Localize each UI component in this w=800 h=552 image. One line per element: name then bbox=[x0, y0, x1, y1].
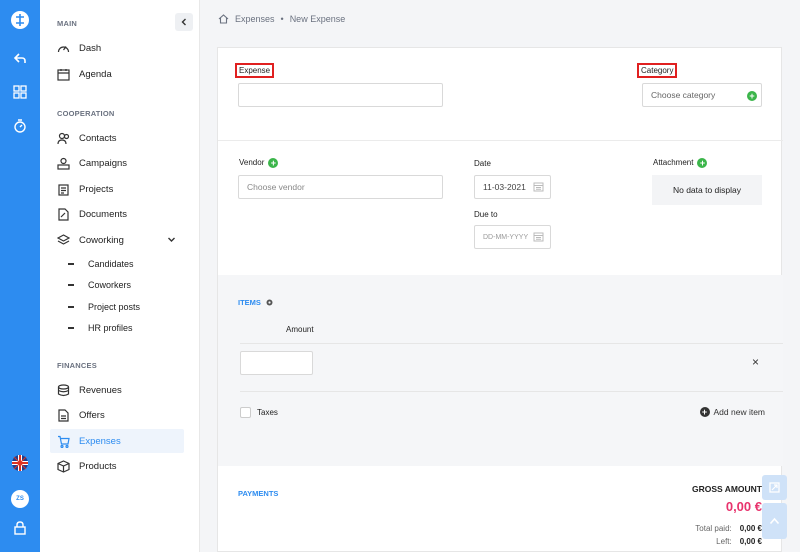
date-value: 11-03-2021 bbox=[483, 182, 526, 192]
calendar-icon bbox=[56, 67, 70, 81]
items-section: ITEMS Amount × Taxes + Add new item bbox=[218, 275, 783, 466]
section-finances: FINANCES bbox=[57, 361, 97, 370]
breadcrumb: Expenses • New Expense bbox=[218, 14, 345, 24]
collapse-sidebar-button[interactable] bbox=[175, 13, 193, 31]
due-date-input[interactable]: DD-MM-YYYY bbox=[474, 225, 551, 249]
grid-icon[interactable] bbox=[8, 80, 32, 104]
sidebar-item-products[interactable]: Products bbox=[50, 454, 184, 478]
add-new-item-button[interactable]: + Add new item bbox=[699, 407, 766, 417]
expand-icon bbox=[769, 482, 780, 493]
calendar-icon[interactable] bbox=[533, 181, 544, 192]
lock-icon[interactable] bbox=[8, 516, 32, 540]
total-paid-value: 0,00 € bbox=[739, 524, 762, 533]
date-input[interactable]: 11-03-2021 bbox=[474, 175, 551, 199]
expense-form-card: Expense Category Choose category + Vendo… bbox=[217, 47, 783, 552]
contacts-icon bbox=[56, 131, 70, 145]
sidebar-item-documents[interactable]: Documents bbox=[50, 202, 184, 226]
taxes-label: Taxes bbox=[257, 408, 278, 417]
category-select[interactable]: Choose category + bbox=[642, 83, 762, 107]
chevron-down-icon[interactable] bbox=[167, 235, 176, 244]
left-value: 0,00 € bbox=[739, 537, 762, 546]
calendar-icon[interactable] bbox=[533, 231, 544, 242]
back-arrow-icon[interactable] bbox=[8, 46, 32, 70]
amount-input[interactable] bbox=[240, 351, 313, 375]
section-main: MAIN bbox=[57, 19, 77, 28]
home-icon[interactable] bbox=[218, 14, 229, 24]
campaigns-icon bbox=[56, 156, 70, 170]
left-label: Left: bbox=[716, 537, 732, 546]
scroll-top-button[interactable] bbox=[762, 503, 787, 539]
due-label: Due to bbox=[474, 210, 498, 219]
category-placeholder: Choose category bbox=[651, 90, 716, 100]
add-vendor-icon[interactable]: + bbox=[268, 158, 279, 168]
sidebar: MAIN Dash Agenda COOPERATION Contacts Ca… bbox=[40, 0, 200, 552]
sidebar-subitem-candidates[interactable]: Candidates bbox=[68, 255, 134, 273]
attachment-label: Attachment + bbox=[653, 158, 708, 168]
category-label: Category bbox=[637, 63, 678, 78]
amount-column-header: Amount bbox=[286, 325, 314, 334]
clipboard-icon bbox=[56, 182, 70, 196]
total-paid-label: Total paid: bbox=[695, 524, 732, 533]
add-new-item-label: Add new item bbox=[713, 407, 766, 417]
expand-button[interactable] bbox=[762, 475, 787, 500]
expense-input[interactable] bbox=[238, 83, 443, 107]
sidebar-item-projects[interactable]: Projects bbox=[50, 177, 184, 201]
breadcrumb-current: New Expense bbox=[289, 14, 346, 24]
taxes-checkbox[interactable] bbox=[240, 407, 251, 418]
plus-circle-icon: + bbox=[699, 407, 710, 417]
add-category-icon[interactable]: + bbox=[747, 91, 757, 101]
date-label: Date bbox=[474, 159, 491, 168]
payments-title: PAYMENTS bbox=[238, 489, 279, 498]
divider bbox=[218, 140, 783, 141]
divider bbox=[240, 343, 783, 344]
sidebar-subitem-coworkers[interactable]: Coworkers bbox=[68, 276, 131, 294]
cart-icon bbox=[56, 434, 70, 448]
sidebar-item-offers[interactable]: Offers bbox=[50, 403, 184, 427]
sidebar-subitem-hr-profiles[interactable]: HR profiles bbox=[68, 319, 133, 337]
section-cooperation: COOPERATION bbox=[57, 109, 115, 118]
gauge-icon bbox=[56, 41, 70, 55]
revenues-icon bbox=[56, 383, 70, 397]
breadcrumb-separator: • bbox=[280, 14, 284, 24]
divider bbox=[240, 391, 783, 392]
box-icon bbox=[56, 459, 70, 473]
attachment-empty-state: No data to display bbox=[652, 175, 762, 205]
remove-item-button[interactable]: × bbox=[752, 355, 759, 369]
gross-amount-label: GROSS AMOUNT bbox=[691, 484, 762, 494]
add-attachment-icon[interactable]: + bbox=[697, 158, 708, 168]
chevron-left-icon bbox=[181, 18, 186, 26]
sidebar-item-contacts[interactable]: Contacts bbox=[50, 126, 184, 150]
file-icon bbox=[56, 408, 70, 422]
avatar[interactable]: ZS bbox=[11, 490, 29, 508]
gross-amount-value: 0,00 € bbox=[725, 499, 762, 514]
items-title: ITEMS bbox=[238, 298, 261, 307]
sidebar-item-dash[interactable]: Dash bbox=[50, 36, 184, 60]
chevron-up-icon bbox=[769, 517, 780, 525]
vendor-placeholder: Choose vendor bbox=[247, 182, 305, 192]
sidebar-item-agenda[interactable]: Agenda bbox=[50, 62, 184, 86]
vendor-select[interactable]: Choose vendor bbox=[238, 175, 443, 199]
sidebar-subitem-project-posts[interactable]: Project posts bbox=[68, 298, 140, 316]
gear-icon[interactable] bbox=[265, 298, 274, 307]
breadcrumb-expenses-link[interactable]: Expenses bbox=[235, 14, 275, 24]
timer-icon[interactable] bbox=[8, 114, 32, 138]
vendor-label: Vendor + bbox=[239, 158, 279, 168]
layers-icon bbox=[56, 233, 70, 247]
expense-label: Expense bbox=[235, 63, 275, 78]
sidebar-item-expenses[interactable]: Expenses bbox=[50, 429, 184, 453]
uk-flag-icon[interactable] bbox=[8, 451, 32, 475]
sidebar-item-revenues[interactable]: Revenues bbox=[50, 378, 184, 402]
app-logo-icon[interactable] bbox=[8, 8, 32, 32]
sidebar-item-campaigns[interactable]: Campaigns bbox=[50, 151, 184, 175]
app-rail: ZS bbox=[0, 0, 40, 552]
due-placeholder: DD-MM-YYYY bbox=[483, 233, 529, 241]
document-edit-icon bbox=[56, 207, 70, 221]
sidebar-item-coworking[interactable]: Coworking bbox=[50, 228, 184, 252]
